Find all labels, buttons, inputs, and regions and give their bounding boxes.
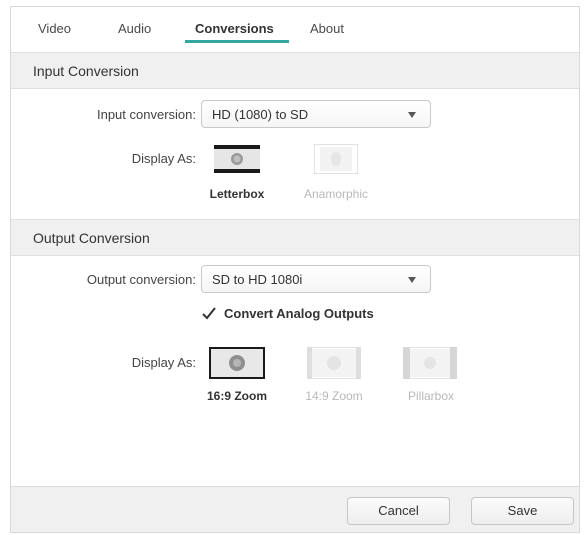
checkmark-icon	[202, 307, 216, 320]
zoom-16-9-option[interactable]	[209, 347, 265, 379]
pillarbox-label: Pillarbox	[407, 389, 455, 403]
output-conversion-header: Output Conversion	[11, 219, 579, 256]
anamorphic-label: Anamorphic	[303, 187, 369, 201]
input-conversion-select[interactable]: HD (1080) to SD	[201, 100, 431, 128]
tab-conversions[interactable]: Conversions	[195, 21, 274, 36]
output-display-as-label: Display As:	[131, 355, 196, 370]
tab-about[interactable]: About	[310, 21, 344, 36]
dialog-footer: Cancel Save	[11, 486, 579, 532]
zoom-14-9-option[interactable]	[307, 347, 361, 379]
zoom-14-9-label: 14:9 Zoom	[305, 389, 363, 403]
chevron-down-icon	[408, 112, 416, 118]
anamorphic-icon	[314, 144, 358, 174]
anamorphic-option[interactable]	[314, 144, 358, 174]
output-conversion-label: Output conversion:	[86, 272, 196, 287]
tab-video[interactable]: Video	[38, 21, 71, 36]
output-conversion-value: SD to HD 1080i	[212, 272, 303, 287]
input-conversion-label: Input conversion:	[96, 107, 196, 122]
settings-window: Video Audio Conversions About Input Conv…	[10, 6, 580, 533]
letterbox-icon	[214, 144, 260, 174]
input-conversion-header: Input Conversion	[11, 52, 579, 89]
input-display-as-label: Display As:	[131, 151, 196, 166]
cancel-button[interactable]: Cancel	[347, 497, 450, 525]
zoom-16-9-icon	[209, 347, 265, 379]
pillarbox-icon	[403, 347, 457, 379]
tab-bar: Video Audio Conversions About	[11, 7, 579, 47]
letterbox-label: Letterbox	[209, 187, 265, 201]
pillarbox-option[interactable]	[403, 347, 457, 379]
active-tab-indicator	[185, 40, 289, 43]
zoom-14-9-icon	[307, 347, 361, 379]
section-title: Input Conversion	[33, 63, 139, 79]
input-conversion-value: HD (1080) to SD	[212, 107, 309, 122]
save-button[interactable]: Save	[471, 497, 574, 525]
tab-audio[interactable]: Audio	[118, 21, 151, 36]
convert-analog-outputs-checkbox[interactable]: Convert Analog Outputs	[201, 305, 401, 325]
chevron-down-icon	[408, 277, 416, 283]
convert-analog-outputs-label: Convert Analog Outputs	[224, 306, 374, 321]
zoom-16-9-label: 16:9 Zoom	[206, 389, 267, 403]
letterbox-option[interactable]	[214, 144, 260, 174]
section-title: Output Conversion	[33, 230, 150, 246]
output-conversion-select[interactable]: SD to HD 1080i	[201, 265, 431, 293]
